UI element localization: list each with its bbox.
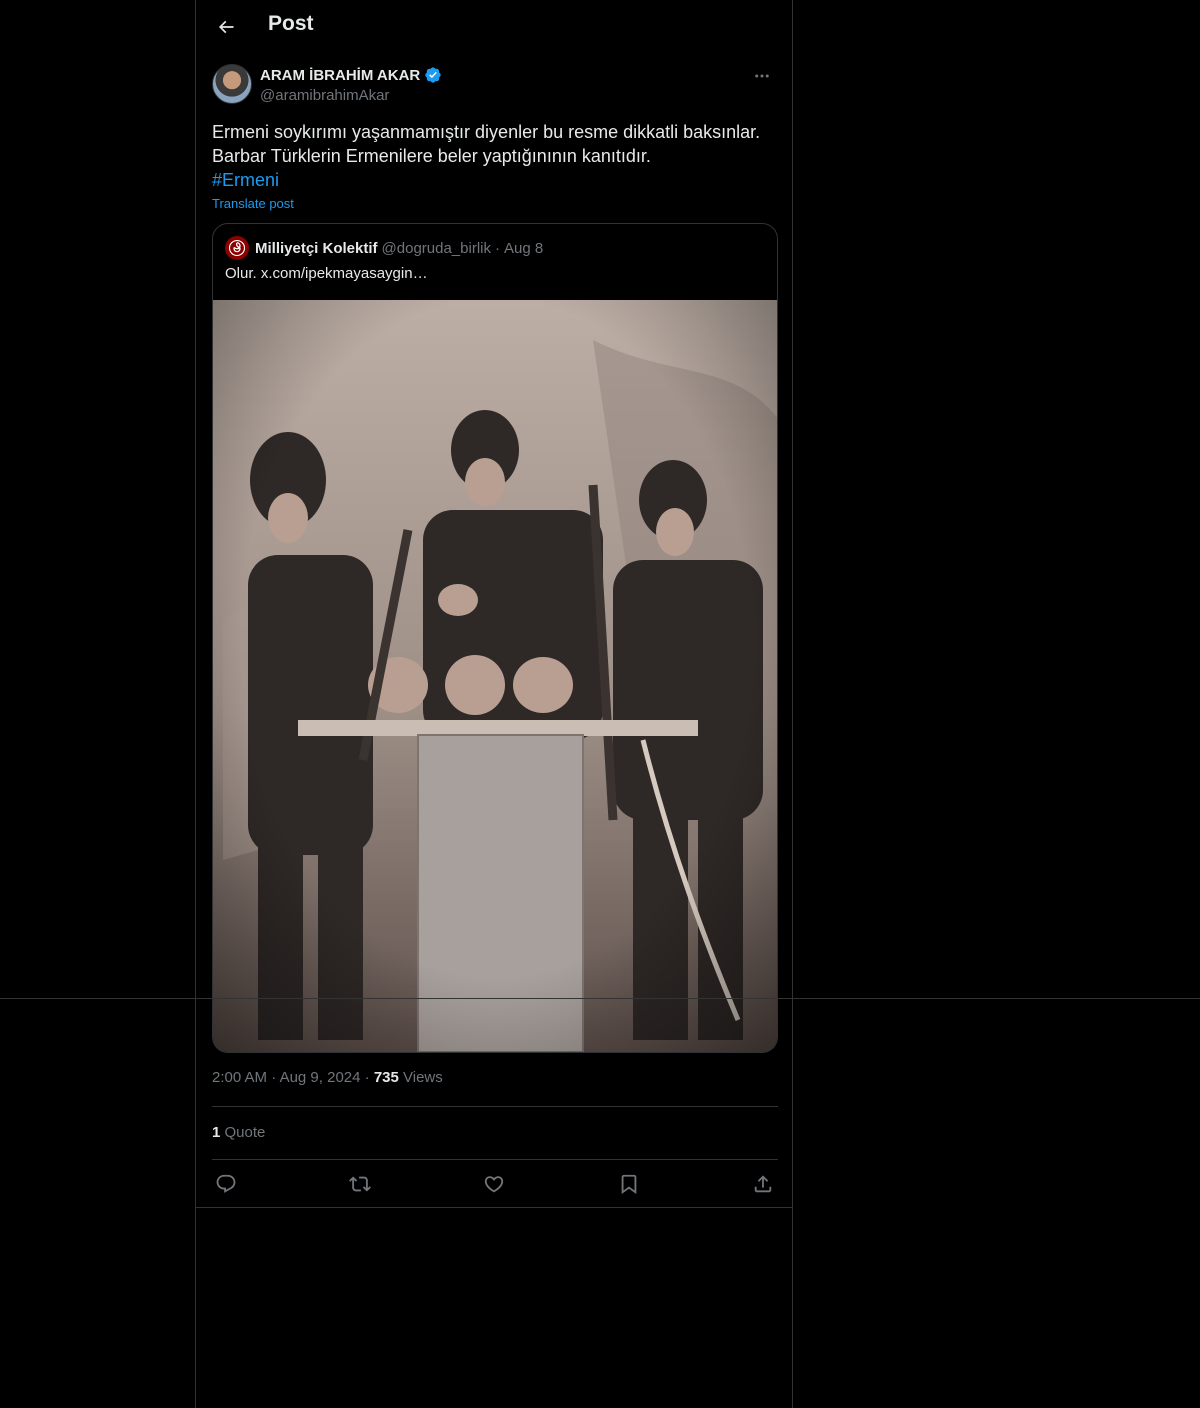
quoted-separator: ·: [494, 239, 500, 257]
top-bar: Post: [196, 0, 794, 54]
post: ARAM İBRAHİM AKAR @aramibrahimAkar Ermen…: [212, 64, 778, 1053]
overlay-line: [0, 998, 1200, 999]
hashtag-link[interactable]: #Ermeni: [212, 168, 279, 192]
author-handle[interactable]: @aramibrahimAkar: [260, 87, 389, 104]
author-name-text: ARAM İBRAHİM AKAR: [260, 66, 421, 84]
repost-button[interactable]: [346, 1170, 374, 1198]
back-button[interactable]: [212, 13, 240, 41]
quoted-avatar: [225, 236, 249, 260]
page-title: Post: [268, 12, 314, 35]
share-icon: [754, 1175, 772, 1193]
quoted-post-text: Olur. x.com/ipekmayasaygin…: [225, 265, 428, 282]
quoted-author-handle: @dogruda_birlik: [381, 239, 491, 257]
bookmark-button[interactable]: [615, 1170, 643, 1198]
bookmark-icon: [621, 1174, 637, 1195]
post-text-line2: Barbar Türklerin Ermenilere beler yaptığ…: [212, 146, 651, 166]
avatar[interactable]: [212, 64, 252, 104]
divider: [196, 1207, 792, 1208]
main-column: Post ARAM İBRAHİM AKAR @aramibrahimAkar …: [195, 0, 793, 1408]
reply-icon: [216, 1174, 236, 1193]
arrow-left-icon: [218, 20, 234, 34]
quotes-link[interactable]: 1 Quote: [212, 1124, 265, 1141]
divider: [212, 1159, 778, 1160]
triskele-logo-icon: [228, 239, 246, 257]
quoted-post[interactable]: Milliyetçi Kolektif @dogruda_birlik · Au…: [212, 223, 778, 1053]
post-time[interactable]: 2:00 AM: [212, 1069, 267, 1086]
verified-badge-icon: [425, 67, 441, 83]
quoted-post-photo[interactable]: [213, 300, 778, 1052]
reply-button[interactable]: [212, 1170, 240, 1198]
repost-icon: [349, 1176, 371, 1192]
author-row: ARAM İBRAHİM AKAR @aramibrahimAkar: [212, 64, 778, 108]
post-meta: 2:00 AM · Aug 9, 2024 · 735 Views: [212, 1069, 443, 1086]
heart-icon: [484, 1176, 504, 1193]
action-bar: [212, 1170, 778, 1198]
post-text: Ermeni soykırımı yaşanmamıştır diyenler …: [212, 120, 778, 192]
share-button[interactable]: [749, 1170, 777, 1198]
quote-count: 1: [212, 1124, 221, 1141]
views-label: Views: [403, 1069, 443, 1086]
more-horizontal-icon: [755, 74, 769, 78]
translate-post-link[interactable]: Translate post: [212, 196, 294, 211]
like-button[interactable]: [480, 1170, 508, 1198]
views-count: 735: [373, 1069, 399, 1086]
author-name[interactable]: ARAM İBRAHİM AKAR: [260, 66, 442, 84]
quoted-date: Aug 8: [503, 239, 544, 257]
divider: [212, 1106, 778, 1107]
more-button[interactable]: [746, 64, 778, 88]
quoted-author-name: Milliyetçi Kolektif: [255, 239, 378, 257]
post-date[interactable]: Aug 9, 2024: [280, 1069, 361, 1086]
post-text-line1: Ermeni soykırımı yaşanmamıştır diyenler …: [212, 122, 761, 142]
quoted-post-header: Milliyetçi Kolektif @dogruda_birlik · Au…: [225, 236, 543, 260]
quote-label: Quote: [224, 1124, 266, 1141]
